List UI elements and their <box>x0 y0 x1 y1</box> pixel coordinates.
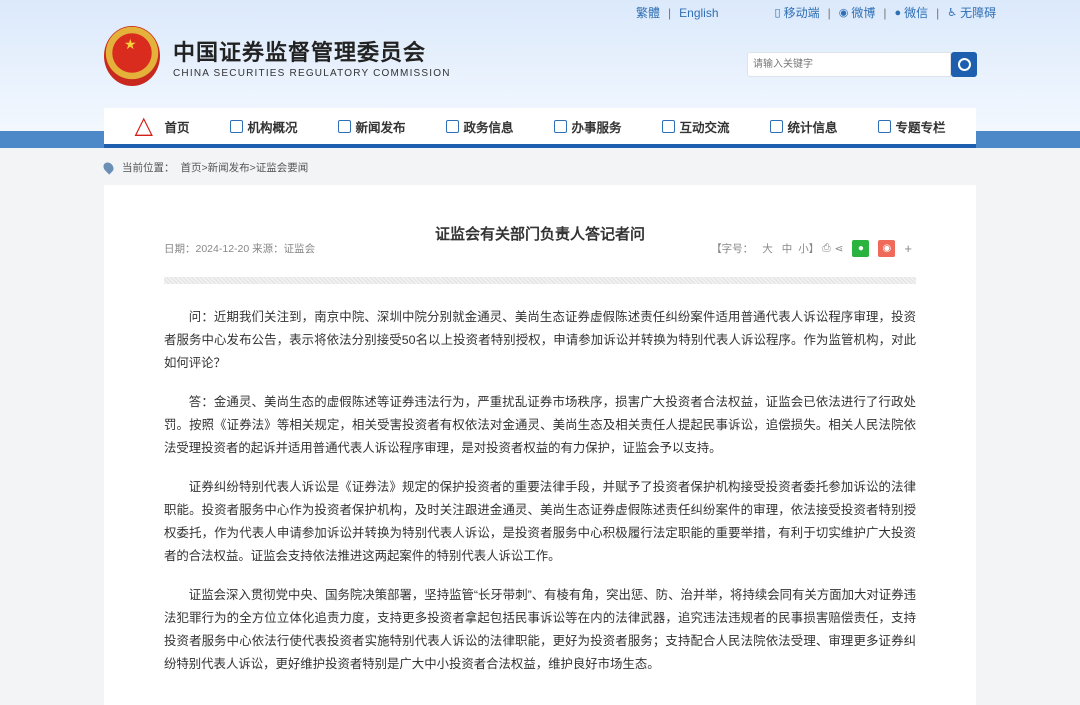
font-size-small[interactable]: 小】 <box>798 241 819 256</box>
nav-government-info[interactable]: 政务信息 <box>446 117 514 136</box>
national-emblem-logo[interactable] <box>104 26 160 86</box>
paragraph: 答：金通灵、美尚生态的虚假陈述等证券违法行为，严重扰乱证券市场秩序，损害广大投资… <box>164 395 916 455</box>
traditional-chinese-link[interactable]: 繁體 <box>636 4 660 21</box>
mobile-link[interactable]: 移动端 <box>784 4 820 21</box>
nav-label: 办事服务 <box>571 120 622 135</box>
separator: | <box>827 5 831 20</box>
breadcrumb-path[interactable]: 首页>新闻发布>证监会要闻 <box>181 160 309 175</box>
search-icon <box>957 58 971 71</box>
nav-statistics[interactable]: 统计信息 <box>770 117 838 136</box>
nav-about[interactable]: 机构概况 <box>230 117 298 136</box>
wechat-share-icon[interactable]: ● <box>852 240 870 257</box>
print-icon[interactable]: ⎙ <box>822 242 830 255</box>
font-size-label: 【字号： <box>711 243 754 255</box>
site-title: 中国证券监督管理委员会 <box>173 40 427 65</box>
wechat-link[interactable]: 微信 <box>904 4 928 21</box>
font-size-large[interactable]: 大 <box>762 241 773 256</box>
nav-label: 机构概况 <box>247 120 298 135</box>
nav-label: 政务信息 <box>463 120 514 135</box>
document-icon <box>554 119 568 133</box>
nav-home[interactable]: △ 首页 <box>134 113 189 139</box>
separator: | <box>883 5 887 20</box>
location-pin-icon <box>101 160 116 175</box>
font-size-medium[interactable]: 中 <box>782 241 793 256</box>
more-share-icon[interactable]: + <box>904 241 912 256</box>
accessibility-link[interactable]: 无障碍 <box>960 4 996 21</box>
article-body: 问：近期我们关注到，南京中院、深圳中院分别就金通灵、美尚生态证券虚假陈述责任纠纷… <box>164 306 916 692</box>
separator: | <box>936 5 940 20</box>
search-button[interactable] <box>951 52 977 77</box>
nav-label: 互动交流 <box>679 120 730 135</box>
search-input[interactable] <box>747 52 951 77</box>
nav-label: 专题专栏 <box>895 120 946 135</box>
divider <box>164 277 916 284</box>
breadcrumb-label: 当前位置： <box>122 162 175 174</box>
monitor-icon <box>446 119 460 133</box>
paragraph: 证券纠纷特别代表人诉讼是《证券法》规定的保护投资者的重要法律手段，并赋予了投资者… <box>164 480 916 563</box>
nav-interaction[interactable]: 互动交流 <box>662 117 730 136</box>
weibo-share-icon[interactable]: ◉ <box>878 240 896 257</box>
nav-label: 统计信息 <box>787 120 838 135</box>
accessibility-icon: ♿ <box>947 7 958 19</box>
building-icon <box>230 119 244 133</box>
newspaper-icon <box>338 119 352 133</box>
article-card: 证监会有关部门负责人答记者问 日期：2024-12-20 来源：证监会 【字号：… <box>104 185 976 705</box>
top-links: 繁體 | English ▯ 移动端 | ◉ 微博 | ● 微信 | ♿ 无障碍 <box>636 4 996 21</box>
nav-special-topics[interactable]: 专题专栏 <box>878 117 946 136</box>
paragraph: 问：近期我们关注到，南京中院、深圳中院分别就金通灵、美尚生态证券虚假陈述责任纠纷… <box>164 310 916 370</box>
weibo-link[interactable]: 微博 <box>851 4 875 21</box>
mobile-icon: ▯ <box>774 7 781 19</box>
weibo-icon: ◉ <box>838 7 849 19</box>
article-meta: 日期：2024-12-20 来源：证监会 <box>164 243 316 255</box>
wechat-icon: ● <box>894 6 902 19</box>
site-title-en: CHINA SECURITIES REGULATORY COMMISSION <box>173 68 451 79</box>
nav-news[interactable]: 新闻发布 <box>338 117 406 136</box>
article-tools: 【字号： 大 中 小】 ⎙ ⋖ ● ◉ + <box>711 240 912 257</box>
notebook-icon <box>878 119 892 133</box>
nav-services[interactable]: 办事服务 <box>554 117 622 136</box>
nav-label: 新闻发布 <box>355 120 406 135</box>
share-icon[interactable]: ⋖ <box>835 243 844 255</box>
nav-label: 首页 <box>164 120 190 135</box>
chat-icon <box>662 119 676 133</box>
main-nav: △ 首页 机构概况 新闻发布 政务信息 办事服务 互动交流 统计信息 专题专栏 <box>104 108 976 148</box>
csrc-logo-icon: △ <box>134 112 153 139</box>
paragraph: 证监会深入贯彻党中央、国务院决策部署，坚持监管“长牙带刺”、有棱有角，突出惩、防… <box>164 588 916 671</box>
search-bar <box>747 52 977 77</box>
breadcrumb: 当前位置： 首页>新闻发布>证监会要闻 <box>101 160 309 175</box>
bar-chart-icon <box>770 119 784 133</box>
separator: | <box>668 5 672 20</box>
english-link[interactable]: English <box>679 6 718 20</box>
